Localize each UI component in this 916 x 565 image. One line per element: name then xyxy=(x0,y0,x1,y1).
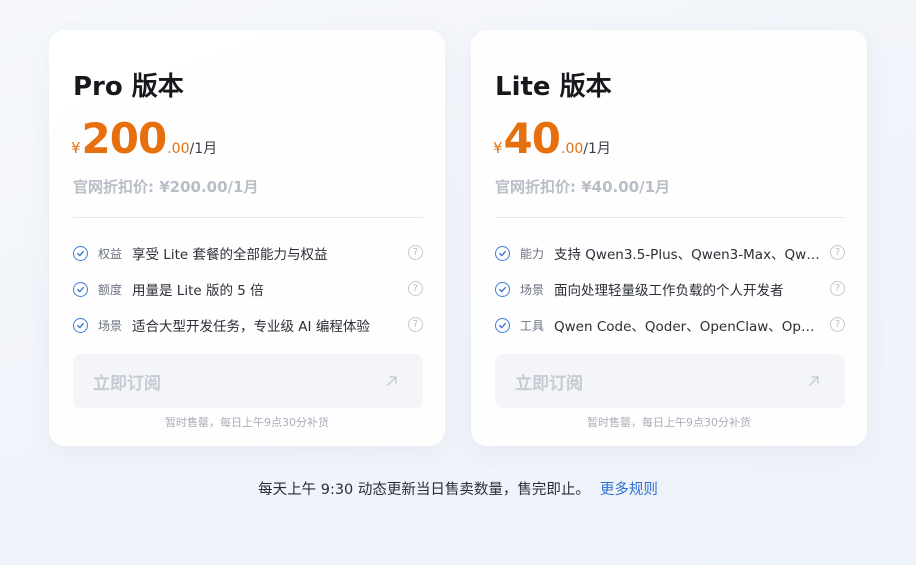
question-circle-icon[interactable]: ? xyxy=(408,245,423,260)
feature-tag: 工具 xyxy=(520,318,545,333)
feature-item: 能力 支持 Qwen3.5-Plus、Qwen3-Max、Qw… ? xyxy=(495,235,845,271)
plan-title: Pro 版本 xyxy=(73,72,184,102)
footer-note: 每天上午 9:30 动态更新当日售卖数量，售完即止。 更多规则 xyxy=(0,478,916,499)
price-currency: ¥ xyxy=(493,139,503,157)
feature-text: 面向处理轻量级工作负载的个人开发者 xyxy=(554,283,784,299)
price-currency: ¥ xyxy=(71,139,81,157)
feature-list: 权益 享受 Lite 套餐的全部能力与权益 ? 额度 用量是 Lite 版的 5… xyxy=(73,235,423,343)
feature-item: 额度 用量是 Lite 版的 5 倍 ? xyxy=(73,271,423,307)
plan-card-lite: Lite 版本 ¥ 40 .00 /1月 官网折扣价: ¥40.00/1月 能力… xyxy=(471,30,867,446)
more-rules-link[interactable]: 更多规则 xyxy=(600,482,658,498)
divider xyxy=(495,217,845,218)
check-circle-icon xyxy=(73,245,88,261)
feature-tag: 场景 xyxy=(98,318,123,333)
feature-tag: 场景 xyxy=(520,282,545,297)
question-circle-icon[interactable]: ? xyxy=(408,281,423,296)
feature-item: 工具 Qwen Code、Qoder、OpenClaw、Op… ? xyxy=(495,307,845,343)
check-circle-icon xyxy=(495,281,510,297)
plan-title: Lite 版本 xyxy=(495,72,612,102)
arrow-up-right-icon xyxy=(809,376,819,386)
sold-out-note: 暂时售罄，每日上午9点30分补货 xyxy=(587,416,751,429)
plan-price: ¥ 40 .00 /1月 xyxy=(493,114,611,164)
feature-item: 权益 享受 Lite 套餐的全部能力与权益 ? xyxy=(73,235,423,271)
price-integer: 40 xyxy=(503,114,561,163)
feature-text: 支持 Qwen3.5-Plus、Qwen3-Max、Qw… xyxy=(554,247,820,263)
question-circle-icon[interactable]: ? xyxy=(408,317,423,332)
subscribe-button[interactable]: 立即订阅 xyxy=(495,354,845,408)
subscribe-button[interactable]: 立即订阅 xyxy=(73,354,423,408)
plan-price: ¥ 200 .00 /1月 xyxy=(71,114,217,164)
price-decimal: .00 xyxy=(561,141,584,157)
check-circle-icon xyxy=(73,317,88,333)
feature-item: 场景 面向处理轻量级工作负载的个人开发者 ? xyxy=(495,271,845,307)
feature-text: 享受 Lite 套餐的全部能力与权益 xyxy=(132,247,328,263)
feature-text: 用量是 Lite 版的 5 倍 xyxy=(132,283,264,299)
plan-card-pro: Pro 版本 ¥ 200 .00 /1月 官网折扣价: ¥200.00/1月 权… xyxy=(49,30,445,446)
question-circle-icon[interactable]: ? xyxy=(830,317,845,332)
sold-out-note: 暂时售罄，每日上午9点30分补货 xyxy=(165,416,329,429)
subscribe-button-label: 立即订阅 xyxy=(515,373,583,394)
check-circle-icon xyxy=(495,245,510,261)
check-circle-icon xyxy=(73,281,88,297)
feature-text: 适合大型开发任务，专业级 AI 编程体验 xyxy=(132,319,370,335)
question-circle-icon[interactable]: ? xyxy=(830,281,845,296)
feature-text: Qwen Code、Qoder、OpenClaw、Op… xyxy=(554,319,815,335)
price-unit: /1月 xyxy=(189,141,218,157)
check-circle-icon xyxy=(495,317,510,333)
official-price: 官网折扣价: ¥200.00/1月 xyxy=(73,178,259,196)
feature-tag: 额度 xyxy=(98,282,123,297)
subscribe-button-label: 立即订阅 xyxy=(93,373,161,394)
feature-item: 场景 适合大型开发任务，专业级 AI 编程体验 ? xyxy=(73,307,423,343)
feature-tag: 权益 xyxy=(98,246,123,261)
price-integer: 200 xyxy=(81,114,168,163)
price-unit: /1月 xyxy=(583,141,611,157)
divider xyxy=(73,217,423,218)
arrow-up-right-icon xyxy=(387,376,397,386)
price-decimal: .00 xyxy=(167,141,190,157)
official-price: 官网折扣价: ¥40.00/1月 xyxy=(495,178,671,196)
footer-text: 每天上午 9:30 动态更新当日售卖数量，售完即止。 xyxy=(258,482,590,498)
feature-tag: 能力 xyxy=(520,246,545,261)
question-circle-icon[interactable]: ? xyxy=(830,245,845,260)
feature-list: 能力 支持 Qwen3.5-Plus、Qwen3-Max、Qw… ? 场景 面向… xyxy=(495,235,845,343)
